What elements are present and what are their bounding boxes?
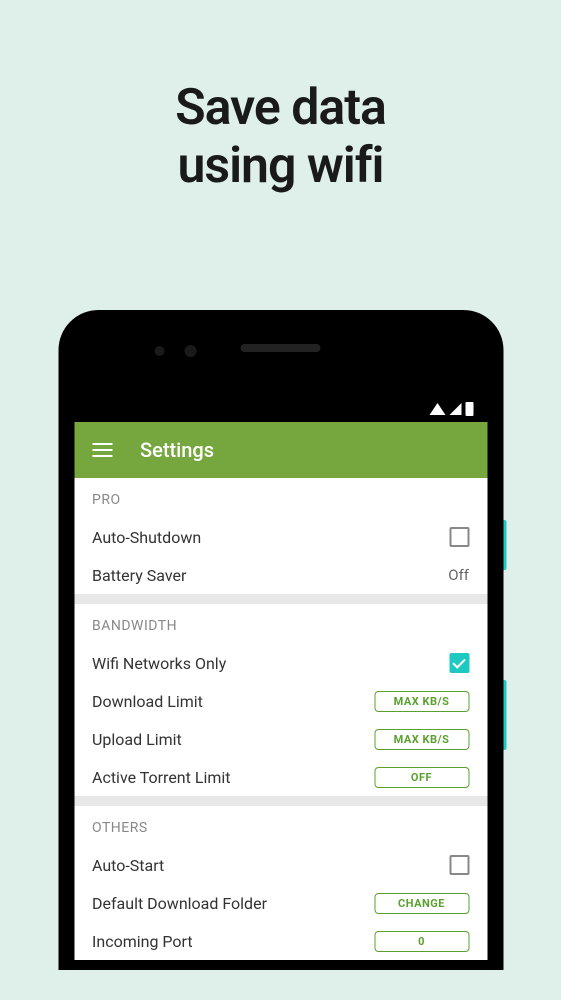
download-limit-button[interactable]: MAX KB/S	[374, 691, 469, 712]
upload-limit-button[interactable]: MAX KB/S	[374, 729, 469, 750]
wifi-only-checkbox[interactable]	[449, 653, 469, 673]
row-upload-limit[interactable]: Upload Limit MAX KB/S	[74, 720, 487, 758]
page-title: Settings	[140, 438, 214, 462]
auto-start-label: Auto-Start	[92, 856, 164, 875]
section-bandwidth: BANDWIDTH Wifi Networks Only Download Li…	[74, 604, 487, 796]
section-others: OTHERS Auto-Start Default Download Folde…	[74, 806, 487, 960]
section-header-others: OTHERS	[74, 806, 487, 846]
row-wifi-only[interactable]: Wifi Networks Only	[74, 644, 487, 682]
camera-icon	[184, 345, 196, 357]
phone-frame: Settings PRO Auto-Shutdown Battery Saver…	[58, 310, 503, 970]
settings-content: PRO Auto-Shutdown Battery Saver Off BAND…	[74, 478, 487, 960]
app-header: Settings	[74, 422, 487, 478]
row-auto-shutdown[interactable]: Auto-Shutdown	[74, 518, 487, 556]
row-auto-start[interactable]: Auto-Start	[74, 846, 487, 884]
incoming-port-button[interactable]: 0	[374, 931, 469, 952]
incoming-port-label: Incoming Port	[92, 932, 193, 951]
phone-screen: Settings PRO Auto-Shutdown Battery Saver…	[74, 326, 487, 970]
headline-line-1: Save data	[0, 80, 561, 138]
auto-start-checkbox[interactable]	[449, 855, 469, 875]
battery-saver-value: Off	[448, 566, 469, 584]
menu-icon[interactable]	[92, 443, 112, 457]
promo-headline: Save data using wifi	[0, 0, 561, 195]
battery-saver-label: Battery Saver	[92, 566, 186, 585]
auto-shutdown-label: Auto-Shutdown	[92, 528, 201, 547]
row-default-folder[interactable]: Default Download Folder CHANGE	[74, 884, 487, 922]
signal-icon	[449, 403, 461, 415]
battery-icon	[465, 402, 473, 416]
phone-side-button	[503, 680, 506, 750]
active-torrent-button[interactable]: OFF	[374, 767, 469, 788]
upload-limit-label: Upload Limit	[92, 730, 182, 749]
row-download-limit[interactable]: Download Limit MAX KB/S	[74, 682, 487, 720]
row-active-torrent[interactable]: Active Torrent Limit OFF	[74, 758, 487, 796]
camera-icon	[154, 346, 164, 356]
default-folder-button[interactable]: CHANGE	[374, 893, 469, 914]
download-limit-label: Download Limit	[92, 692, 203, 711]
section-header-pro: PRO	[74, 478, 487, 518]
speaker-icon	[241, 344, 321, 352]
phone-side-button	[503, 520, 506, 570]
wifi-only-label: Wifi Networks Only	[92, 654, 226, 673]
active-torrent-label: Active Torrent Limit	[92, 768, 231, 787]
section-header-bandwidth: BANDWIDTH	[74, 604, 487, 644]
headline-line-2: using wifi	[0, 138, 561, 196]
section-pro: PRO Auto-Shutdown Battery Saver Off	[74, 478, 487, 594]
default-folder-label: Default Download Folder	[92, 894, 267, 913]
wifi-icon	[429, 403, 445, 415]
row-battery-saver[interactable]: Battery Saver Off	[74, 556, 487, 594]
status-bar	[74, 396, 487, 422]
phone-notch	[74, 326, 487, 396]
row-incoming-port[interactable]: Incoming Port 0	[74, 922, 487, 960]
auto-shutdown-checkbox[interactable]	[449, 527, 469, 547]
